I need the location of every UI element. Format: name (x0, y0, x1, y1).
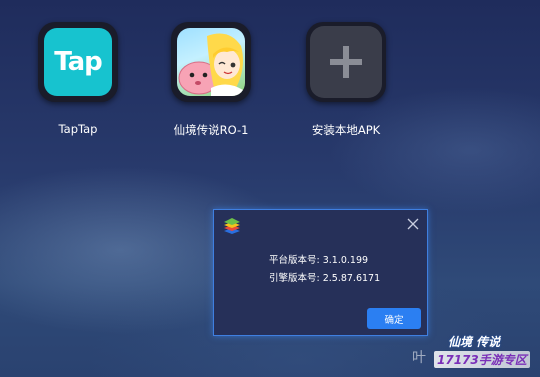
bluestacks-logo-icon (223, 218, 241, 238)
ragnarok-game-icon[interactable] (171, 22, 251, 102)
watermark-prefix: 叶 (412, 350, 426, 366)
app-label-install-apk: 安装本地APK (311, 123, 381, 137)
taptap-icon-text: Tap (54, 47, 103, 77)
watermark-logo: 叶 仙境 传说 17173手游专区 (412, 331, 532, 371)
install-apk-tile[interactable] (306, 22, 386, 102)
watermark-title: 仙境 传说 (448, 335, 501, 349)
version-dialog: 平台版本号: 3.1.0.199 引擎版本号: 2.5.87.6171 确定 (213, 209, 428, 336)
app-ragnarok[interactable]: 仙境传说RO-1 (156, 22, 266, 138)
watermark-site: 17173手游专区 (434, 351, 530, 368)
close-icon[interactable] (406, 216, 420, 230)
ok-button[interactable]: 确定 (367, 308, 421, 329)
plus-icon (330, 46, 362, 78)
app-label-ragnarok: 仙境传说RO-1 (173, 123, 249, 137)
app-taptap[interactable]: Tap TapTap (23, 22, 133, 136)
taptap-icon[interactable]: Tap (38, 22, 118, 102)
engine-version-text: 引擎版本号: 2.5.87.6171 (269, 273, 381, 284)
platform-version-text: 平台版本号: 3.1.0.199 (269, 255, 369, 266)
app-install-apk[interactable]: 安装本地APK (291, 22, 401, 138)
app-label-taptap: TapTap (58, 122, 98, 136)
